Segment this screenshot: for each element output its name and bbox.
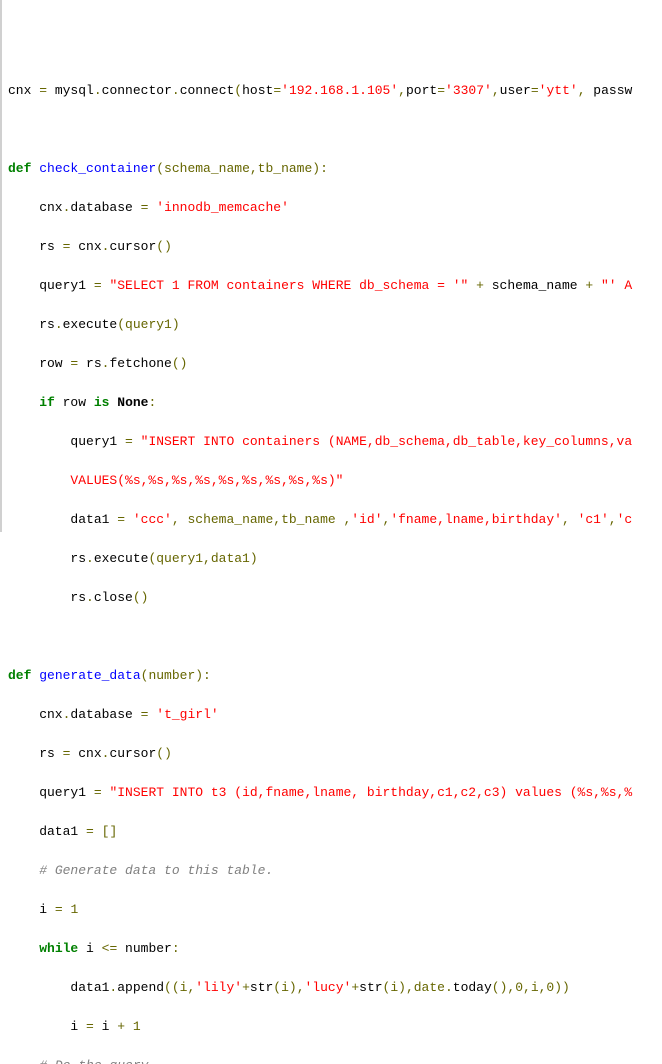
code-line-26: # Do the query. <box>2 1056 662 1064</box>
code-line-9: if row is None: <box>2 393 662 413</box>
code-line-3: def check_container(schema_name,tb_name)… <box>2 159 662 179</box>
code-line-21: # Generate data to this table. <box>2 861 662 881</box>
code-line-5: rs = cnx.cursor() <box>2 237 662 257</box>
code-line-6: query1 = "SELECT 1 FROM containers WHERE… <box>2 276 662 296</box>
code-line-13: rs.execute(query1,data1) <box>2 549 662 569</box>
code-line-25: i = i + 1 <box>2 1017 662 1037</box>
code-line-24: data1.append((i,'lily'+str(i),'lucy'+str… <box>2 978 662 998</box>
code-line-18: rs = cnx.cursor() <box>2 744 662 764</box>
code-line-17: cnx.database = 't_girl' <box>2 705 662 725</box>
code-line-1: cnx = mysql.connector.connect(host='192.… <box>2 81 662 101</box>
code-line-7: rs.execute(query1) <box>2 315 662 335</box>
code-line-16: def generate_data(number): <box>2 666 662 686</box>
code-line-10: query1 = "INSERT INTO containers (NAME,d… <box>2 432 662 452</box>
code-line-4: cnx.database = 'innodb_memcache' <box>2 198 662 218</box>
code-line-15 <box>2 627 662 647</box>
code-line-23: while i <= number: <box>2 939 662 959</box>
code-line-11: VALUES(%s,%s,%s,%s,%s,%s,%s,%s,%s)" <box>2 471 662 491</box>
code-line-19: query1 = "INSERT INTO t3 (id,fname,lname… <box>2 783 662 803</box>
code-line-2 <box>2 120 662 140</box>
code-line-22: i = 1 <box>2 900 662 920</box>
code-line-8: row = rs.fetchone() <box>2 354 662 374</box>
code-line-20: data1 = [] <box>2 822 662 842</box>
code-line-14: rs.close() <box>2 588 662 608</box>
code-line-12: data1 = 'ccc', schema_name,tb_name ,'id'… <box>2 510 662 530</box>
